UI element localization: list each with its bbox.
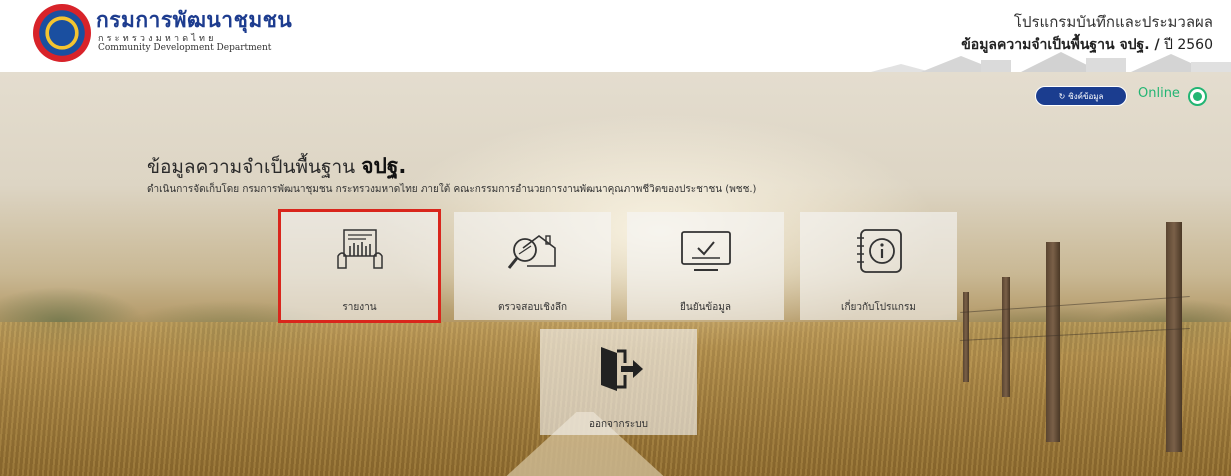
- confirm-menu-tile[interactable]: ยืนยันข้อมูล: [627, 212, 784, 320]
- hero-background: ↻ ซิงค์ข้อมูล Online ข้อมูลความจำเป็นพื้…: [0, 72, 1231, 476]
- program-title: โปรแกรมบันทึกและประมวลผล: [1013, 13, 1213, 31]
- sync-data-button[interactable]: ↻ ซิงค์ข้อมูล: [1035, 86, 1127, 106]
- report-document-icon: [336, 229, 383, 269]
- page-title: ข้อมูลความจำเป็นพื้นฐาน จปฐ.: [147, 150, 406, 183]
- online-status-icon: [1188, 87, 1207, 106]
- report-menu-label: รายงาน: [342, 302, 377, 313]
- org-name-english: Community Development Department: [98, 43, 272, 53]
- logout-menu-tile[interactable]: ออกจากระบบ: [540, 329, 697, 435]
- sync-button-label: ซิงค์ข้อมูล: [1068, 91, 1104, 101]
- skyline-decoration-icon: [871, 52, 1231, 72]
- page-description: ดำเนินการจัดเก็บโดย กรมการพัฒนาชุมชน กระ…: [147, 184, 757, 195]
- page-title-strong: จปฐ.: [361, 154, 407, 178]
- inspect-menu-tile[interactable]: ตรวจสอบเชิงลึก: [454, 212, 611, 320]
- refresh-icon: ↻: [1058, 91, 1066, 101]
- fence-post: [1166, 222, 1182, 452]
- online-status-label: Online: [1138, 86, 1180, 101]
- exit-door-icon: [600, 347, 643, 391]
- department-logo-icon: [33, 4, 91, 62]
- app-header: กรมการพัฒนาชุมชน กระทรวงมหาดไทย Communit…: [0, 0, 1231, 72]
- inspect-menu-label: ตรวจสอบเชิงลึก: [497, 302, 568, 313]
- about-menu-tile[interactable]: เกี่ยวกับโปรแกรม: [800, 212, 957, 320]
- info-notebook-icon: [856, 229, 902, 273]
- report-menu-tile[interactable]: รายงาน: [278, 209, 441, 323]
- monitor-check-icon: [680, 231, 731, 271]
- page-title-text: ข้อมูลความจำเป็นพื้นฐาน: [147, 156, 356, 178]
- magnifier-house-icon: [507, 235, 556, 269]
- fence-post: [963, 292, 969, 382]
- confirm-menu-label: ยืนยันข้อมูล: [680, 302, 731, 313]
- about-menu-label: เกี่ยวกับโปรแกรม: [841, 302, 916, 313]
- fence-post: [1046, 242, 1060, 442]
- logout-menu-label: ออกจากระบบ: [588, 419, 649, 430]
